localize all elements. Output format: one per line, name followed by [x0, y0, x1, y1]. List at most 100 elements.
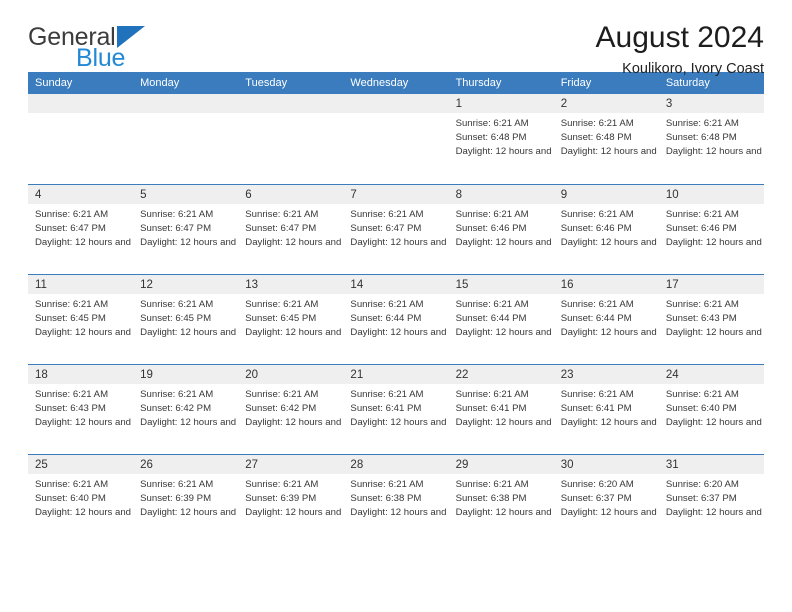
day-number: 25	[28, 455, 134, 474]
daylight-text: Daylight: 12 hours and 21 minutes.	[35, 417, 133, 429]
day-number: 28	[343, 455, 449, 474]
day-cell[interactable]: 25 Sunrise: 6:21 AM Sunset: 6:40 PM Dayligh…	[28, 455, 134, 544]
calendar-page: General Blue August 2024 Koulikoro, Ivor…	[0, 0, 792, 612]
sunset-text: Sunset: 6:45 PM	[245, 313, 317, 325]
day-number: 19	[133, 365, 239, 384]
day-number: 29	[448, 455, 554, 474]
day-details: Sunrise: 6:20 AM Sunset: 6:37 PM Daylight:…	[554, 474, 659, 520]
day-cell[interactable]: 21 Sunrise: 6:21 AM Sunset: 6:41 PM Dayligh…	[343, 365, 449, 454]
sunset-text: Sunset: 6:40 PM	[665, 403, 737, 415]
day-cell[interactable]: 22 Sunrise: 6:21 AM Sunset: 6:41 PM Dayligh…	[448, 365, 554, 454]
sunrise-text: Sunrise: 6:21 AM	[665, 209, 739, 220]
day-number: 12	[133, 275, 239, 294]
sunset-text: Sunset: 6:48 PM	[455, 132, 527, 144]
day-cell[interactable]: 30 Sunrise: 6:20 AM Sunset: 6:37 PM Dayligh…	[553, 455, 659, 544]
daylight-text: Daylight: 12 hours and 21 minutes.	[140, 417, 238, 429]
sunset-text: Sunset: 6:43 PM	[665, 313, 737, 325]
weekday-friday: Friday	[560, 77, 592, 89]
day-number: 7	[343, 185, 449, 204]
sunset-text: Sunset: 6:38 PM	[350, 493, 422, 505]
daylight-text: Daylight: 12 hours and 18 minutes.	[140, 507, 238, 519]
day-number: 27	[238, 455, 344, 474]
day-cell[interactable]: 9 Sunrise: 6:21 AM Sunset: 6:46 PM Daylight…	[553, 185, 659, 274]
day-cell[interactable]: 1 Sunrise: 6:21 AM Sunset: 6:48 PM Daylight…	[448, 94, 554, 184]
daylight-text: Daylight: 12 hours and 22 minutes.	[350, 327, 448, 339]
week-row: 1 Sunrise: 6:21 AM Sunset: 6:48 PM Daylight…	[28, 94, 764, 184]
day-number: 17	[658, 275, 764, 294]
day-number	[133, 94, 239, 113]
day-details: Sunrise: 6:21 AM Sunset: 6:39 PM Daylight:…	[238, 474, 343, 520]
day-cell[interactable]: 6 Sunrise: 6:21 AM Sunset: 6:47 PM Daylight…	[238, 185, 344, 274]
day-cell[interactable]: 27 Sunrise: 6:21 AM Sunset: 6:39 PM Dayligh…	[238, 455, 344, 544]
day-cell[interactable]: 20 Sunrise: 6:21 AM Sunset: 6:42 PM Dayligh…	[238, 365, 344, 454]
day-number: 10	[658, 185, 764, 204]
sunset-text: Sunset: 6:47 PM	[245, 223, 317, 235]
calendar-grid: 1 Sunrise: 6:21 AM Sunset: 6:48 PM Daylight…	[28, 94, 764, 544]
day-details: Sunrise: 6:21 AM Sunset: 6:45 PM Daylight:…	[238, 294, 343, 340]
weekday-thursday: Thursday	[455, 77, 502, 89]
sunrise-text: Sunrise: 6:21 AM	[560, 118, 634, 129]
sunrise-text: Sunrise: 6:21 AM	[560, 209, 634, 220]
weekday-monday: Monday	[140, 77, 180, 89]
sunset-text: Sunset: 6:41 PM	[455, 403, 527, 415]
day-cell[interactable]: 31 Sunrise: 6:20 AM Sunset: 6:37 PM Dayligh…	[658, 455, 764, 544]
day-cell[interactable]: 7 Sunrise: 6:21 AM Sunset: 6:47 PM Daylight…	[343, 185, 449, 274]
day-cell[interactable]: 24 Sunrise: 6:21 AM Sunset: 6:40 PM Dayligh…	[658, 365, 764, 454]
day-cell[interactable]: 5 Sunrise: 6:21 AM Sunset: 6:47 PM Daylight…	[133, 185, 239, 274]
day-cell[interactable]: 28 Sunrise: 6:21 AM Sunset: 6:38 PM Dayligh…	[343, 455, 449, 544]
day-cell[interactable]: 10 Sunrise: 6:21 AM Sunset: 6:46 PM Dayligh…	[658, 185, 764, 274]
day-details: Sunrise: 6:21 AM Sunset: 6:44 PM Daylight:…	[449, 294, 554, 340]
day-details: Sunrise: 6:21 AM Sunset: 6:45 PM Daylight:…	[133, 294, 238, 340]
weekday-tuesday: Tuesday	[245, 77, 288, 89]
day-cell[interactable]: 18 Sunrise: 6:21 AM Sunset: 6:43 PM Dayligh…	[28, 365, 134, 454]
sunset-text: Sunset: 6:46 PM	[560, 223, 632, 235]
page-subtitle: Koulikoro, Ivory Coast	[622, 61, 764, 78]
day-cell-empty	[28, 94, 134, 184]
day-details: Sunrise: 6:21 AM Sunset: 6:41 PM Daylight:…	[554, 384, 659, 430]
daylight-text: Daylight: 12 hours and 20 minutes.	[350, 417, 448, 429]
daylight-text: Daylight: 12 hours and 21 minutes.	[665, 327, 764, 339]
day-cell[interactable]: 4 Sunrise: 6:21 AM Sunset: 6:47 PM Daylight…	[28, 185, 134, 274]
day-cell[interactable]: 26 Sunrise: 6:21 AM Sunset: 6:39 PM Dayligh…	[133, 455, 239, 544]
day-number: 15	[448, 275, 554, 294]
day-cell[interactable]: 15 Sunrise: 6:21 AM Sunset: 6:44 PM Dayligh…	[448, 275, 554, 364]
day-cell[interactable]: 12 Sunrise: 6:21 AM Sunset: 6:45 PM Dayligh…	[133, 275, 239, 364]
daylight-text: Daylight: 12 hours and 27 minutes.	[560, 146, 659, 158]
day-number: 5	[133, 185, 239, 204]
week-row: 18 Sunrise: 6:21 AM Sunset: 6:43 PM Dayligh…	[28, 364, 764, 454]
day-cell[interactable]: 11 Sunrise: 6:21 AM Sunset: 6:45 PM Dayligh…	[28, 275, 134, 364]
general-blue-logo: General Blue	[28, 22, 145, 71]
day-cell[interactable]: 23 Sunrise: 6:21 AM Sunset: 6:41 PM Dayligh…	[553, 365, 659, 454]
day-cell[interactable]: 17 Sunrise: 6:21 AM Sunset: 6:43 PM Dayligh…	[658, 275, 764, 364]
daylight-text: Daylight: 12 hours and 17 minutes.	[455, 507, 554, 519]
daylight-text: Daylight: 12 hours and 26 minutes.	[665, 146, 764, 158]
day-details: Sunrise: 6:21 AM Sunset: 6:38 PM Daylight:…	[343, 474, 448, 520]
daylight-text: Daylight: 12 hours and 19 minutes.	[665, 417, 764, 429]
sunset-text: Sunset: 6:47 PM	[350, 223, 422, 235]
day-number: 24	[658, 365, 764, 384]
sunrise-text: Sunrise: 6:21 AM	[35, 299, 109, 310]
daylight-text: Daylight: 12 hours and 17 minutes.	[350, 507, 448, 519]
sunrise-text: Sunrise: 6:21 AM	[350, 209, 424, 220]
day-cell-empty	[133, 94, 239, 184]
day-cell[interactable]: 19 Sunrise: 6:21 AM Sunset: 6:42 PM Dayligh…	[133, 365, 239, 454]
day-details: Sunrise: 6:21 AM Sunset: 6:44 PM Daylight:…	[343, 294, 448, 340]
day-cell[interactable]: 14 Sunrise: 6:21 AM Sunset: 6:44 PM Dayligh…	[343, 275, 449, 364]
daylight-text: Daylight: 12 hours and 20 minutes.	[245, 417, 343, 429]
day-number: 21	[343, 365, 449, 384]
day-cell[interactable]: 3 Sunrise: 6:21 AM Sunset: 6:48 PM Daylight…	[658, 94, 764, 184]
day-details: Sunrise: 6:21 AM Sunset: 6:47 PM Daylight:…	[28, 204, 133, 250]
sunset-text: Sunset: 6:40 PM	[35, 493, 106, 505]
day-number: 31	[658, 455, 764, 474]
day-number: 4	[28, 185, 134, 204]
sunset-text: Sunset: 6:46 PM	[665, 223, 737, 235]
day-cell[interactable]: 29 Sunrise: 6:21 AM Sunset: 6:38 PM Dayligh…	[448, 455, 554, 544]
day-details: Sunrise: 6:20 AM Sunset: 6:37 PM Daylight:…	[659, 474, 764, 520]
day-number	[343, 94, 449, 113]
day-details: Sunrise: 6:21 AM Sunset: 6:41 PM Daylight:…	[343, 384, 448, 430]
day-cell[interactable]: 8 Sunrise: 6:21 AM Sunset: 6:46 PM Daylight…	[448, 185, 554, 274]
day-cell[interactable]: 13 Sunrise: 6:21 AM Sunset: 6:45 PM Dayligh…	[238, 275, 344, 364]
day-cell[interactable]: 2 Sunrise: 6:21 AM Sunset: 6:48 PM Daylight…	[553, 94, 659, 184]
day-cell[interactable]: 16 Sunrise: 6:21 AM Sunset: 6:44 PM Dayligh…	[553, 275, 659, 364]
sunset-text: Sunset: 6:43 PM	[35, 403, 106, 415]
